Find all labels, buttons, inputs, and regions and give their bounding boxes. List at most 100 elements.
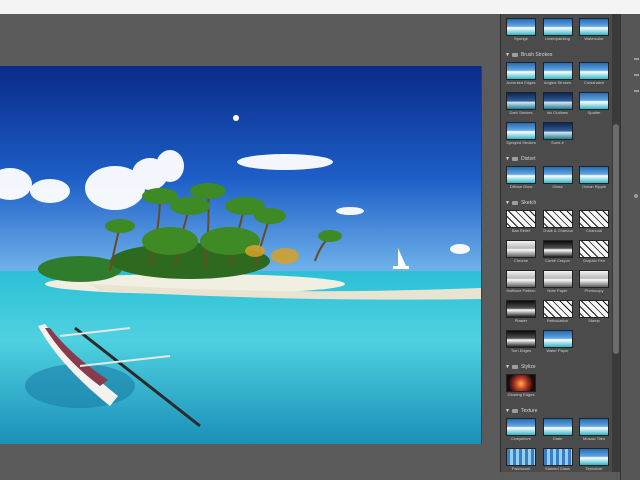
filter-thumbnail[interactable]: Stained Glass	[542, 448, 573, 472]
settings-tick	[634, 90, 639, 92]
folder-icon	[511, 365, 518, 369]
filter-thumbnail[interactable]: Conté Crayon	[542, 240, 573, 270]
filter-thumb-color-icon	[506, 122, 536, 140]
settings-tick	[634, 58, 639, 60]
canvas-workspace	[0, 14, 498, 480]
filter-row: Diffuse Glow Glass Ocean Ripple	[501, 166, 613, 196]
filter-thumb-color-icon	[542, 166, 573, 184]
filter-thumbnail[interactable]: Dark Strokes	[506, 92, 536, 122]
filter-label: Accented Edges	[506, 80, 536, 85]
filter-label: Bas Relief	[511, 228, 531, 233]
filter-thumbnail[interactable]: Grain	[542, 418, 573, 448]
filter-label: Glowing Edges	[507, 392, 535, 397]
filter-thumbnail[interactable]: Diffuse Glow	[506, 166, 536, 196]
filter-category-label: Brush Strokes	[520, 52, 553, 58]
filter-thumb-mosaic-icon	[542, 448, 573, 466]
empty-slot	[579, 374, 609, 404]
filter-thumbnail[interactable]: Charcoal	[579, 210, 609, 240]
filter-thumbnail[interactable]: Plaster	[506, 300, 536, 330]
filter-thumb-color-icon	[579, 18, 609, 36]
filter-thumbnail[interactable]: Patchwork	[506, 448, 536, 472]
disclosure-triangle-icon[interactable]: ▼	[505, 408, 510, 414]
scrollbar-thumb[interactable]	[613, 124, 619, 354]
filter-category-header[interactable]: ▼ Texture	[505, 406, 613, 416]
filter-thumb-color-icon	[579, 92, 609, 110]
filter-thumbnail[interactable]: Sumi-e	[542, 122, 573, 152]
filter-thumbnail[interactable]: Texturizer	[579, 448, 609, 472]
empty-slot	[579, 122, 609, 152]
filter-thumbnail[interactable]: Stamp	[579, 300, 609, 330]
filter-row: Dark Strokes Ink Outlines Spatter	[501, 92, 613, 122]
filter-thumbnail[interactable]: Ocean Ripple	[579, 166, 609, 196]
filter-thumbnail[interactable]: Spatter	[579, 92, 609, 122]
disclosure-triangle-icon[interactable]: ▼	[505, 156, 510, 162]
filter-label: Chrome	[513, 258, 529, 263]
filter-thumb-dark-icon	[542, 122, 573, 140]
filter-thumbnail[interactable]: Halftone Pattern	[506, 270, 536, 300]
filter-thumb-sketch2-icon	[542, 270, 573, 288]
filter-category-header[interactable]: ▼ Stylize	[505, 362, 613, 372]
filter-row: Sponge Underpainting Watercolor	[501, 18, 613, 48]
filter-thumb-dark-icon	[542, 92, 573, 110]
filter-thumbnail[interactable]: Sponge	[506, 18, 536, 48]
filter-thumbnail[interactable]: Chrome	[506, 240, 536, 270]
filter-thumb-sketch-icon	[542, 300, 573, 318]
filter-thumb-color-icon	[542, 18, 573, 36]
filter-thumb-sketch-icon	[506, 210, 536, 228]
filter-category-header[interactable]: ▼ Sketch	[505, 198, 613, 208]
folder-icon	[511, 53, 518, 57]
filter-gallery-panel[interactable]: Sponge Underpainting Watercolor ▼ Brush Stro…	[500, 14, 613, 472]
filter-thumbnail[interactable]: Sprayed Strokes	[506, 122, 536, 152]
filter-label: Graphic Pen	[582, 258, 606, 263]
filter-label: Dark Strokes	[509, 110, 533, 115]
filter-thumbnail[interactable]: Crosshatch	[579, 62, 609, 92]
filter-label: Patchwork	[511, 466, 531, 471]
filter-thumbnail[interactable]: Bas Relief	[506, 210, 536, 240]
filter-thumbnail[interactable]: Photocopy	[579, 270, 609, 300]
image-preview[interactable]	[0, 66, 482, 444]
empty-slot	[579, 330, 609, 360]
filter-category-header[interactable]: ▼ Distort	[505, 154, 613, 164]
filter-row: Craquelure Grain Mosaic Tiles	[501, 418, 613, 448]
filter-thumb-sketch-icon	[579, 300, 609, 318]
filter-thumb-sketch-icon	[579, 210, 609, 228]
filter-label: Conté Crayon	[545, 258, 570, 263]
filter-thumbnail[interactable]: Ink Outlines	[542, 92, 573, 122]
filter-thumb-dark-icon	[506, 92, 536, 110]
tropical-island-photo	[0, 66, 481, 444]
filter-thumbnail[interactable]: Glowing Edges	[506, 374, 536, 404]
filter-label: Spatter	[587, 110, 601, 115]
filter-thumbnail[interactable]: Accented Edges	[506, 62, 536, 92]
filter-thumb-color-icon	[579, 166, 609, 184]
filter-label: Angled Strokes	[543, 80, 572, 85]
disclosure-triangle-icon[interactable]: ▼	[505, 364, 510, 370]
disclosure-triangle-icon[interactable]: ▼	[505, 200, 510, 206]
filter-thumbnail[interactable]: Underpainting	[542, 18, 573, 48]
filter-label: Reticulation	[547, 318, 568, 323]
filter-label: Note Paper	[547, 288, 568, 293]
filter-thumbnail[interactable]: Craquelure	[506, 418, 536, 448]
filter-thumbnail[interactable]: Reticulation	[542, 300, 573, 330]
filter-panel-scrollbar[interactable]	[612, 14, 620, 472]
settings-tick	[634, 74, 639, 76]
filter-thumbnail[interactable]: Note Paper	[542, 270, 573, 300]
filter-thumbnail[interactable]: Water Paper	[542, 330, 573, 360]
filter-category-header[interactable]: ▼ Brush Strokes	[505, 50, 613, 60]
filter-thumbnail[interactable]: Graphic Pen	[579, 240, 609, 270]
filter-label: Plaster	[514, 318, 528, 323]
settings-handle[interactable]	[634, 194, 638, 198]
filter-label: Diffuse Glow	[509, 184, 533, 189]
disclosure-triangle-icon[interactable]: ▼	[505, 52, 510, 58]
filter-thumbnail[interactable]: Watercolor	[579, 18, 609, 48]
filter-thumbnail[interactable]: Glass	[542, 166, 573, 196]
filter-category-label: Stylize	[520, 364, 536, 370]
filter-thumb-glow-icon	[506, 374, 536, 392]
filter-label: Ocean Ripple	[581, 184, 607, 189]
filter-thumbnail[interactable]: Angled Strokes	[542, 62, 573, 92]
filter-thumbnail[interactable]: Torn Edges	[506, 330, 536, 360]
filter-label: Torn Edges	[510, 348, 532, 353]
filter-thumbnail[interactable]: Chalk & Charcoal	[542, 210, 573, 240]
filter-label: Charcoal	[585, 228, 602, 233]
filter-thumbnail[interactable]: Mosaic Tiles	[579, 418, 609, 448]
filter-thumb-sketch-icon	[579, 240, 609, 258]
